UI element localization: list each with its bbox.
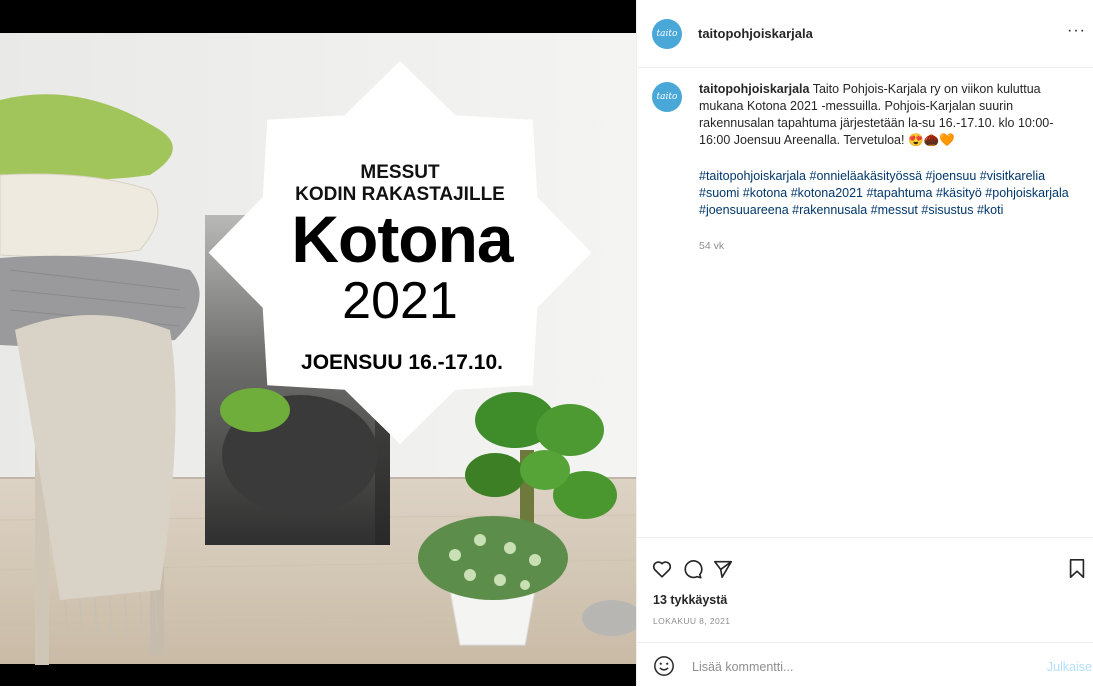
caption-hashtags[interactable]: #taitopohjoiskarjala #onnieläakäsityössä…: [699, 168, 1084, 219]
post-image[interactable]: MESSUT KODIN RAKASTAJILLE Kotona 2021 JO…: [0, 0, 636, 686]
post-date[interactable]: LOKAKUU 8, 2021: [653, 616, 730, 626]
avatar[interactable]: taito: [652, 19, 682, 49]
poster-line1: MESSUT: [360, 162, 440, 183]
caption-age[interactable]: 54 vk: [699, 240, 724, 252]
bookmark-icon[interactable]: [1067, 558, 1087, 580]
post-sidebar: taito taitopohjoiskarjala ··· taito tait…: [636, 0, 1093, 686]
caption-text-block: taitopohjoiskarjala Taito Pohjois-Karjal…: [699, 81, 1084, 149]
comment-icon[interactable]: [681, 558, 703, 580]
poster-year: 2021: [342, 272, 458, 330]
post-header: taito taitopohjoiskarjala ···: [637, 0, 1093, 68]
instagram-post-view: MESSUT KODIN RAKASTAJILLE Kotona 2021 JO…: [0, 0, 1093, 686]
header-username[interactable]: taitopohjoiskarjala: [698, 26, 813, 41]
poster-title: Kotona: [291, 202, 515, 276]
share-icon[interactable]: [712, 558, 734, 580]
emoji-icon[interactable]: [653, 655, 675, 677]
caption-avatar[interactable]: taito: [652, 82, 682, 112]
likes-count[interactable]: 13 tykkäystä: [653, 593, 727, 607]
comment-bar: Lisää kommentti... Julkaise: [637, 642, 1093, 687]
comment-input[interactable]: Lisää kommentti...: [692, 660, 793, 674]
heart-icon[interactable]: [651, 558, 673, 580]
caption-username[interactable]: taitopohjoiskarjala: [699, 82, 809, 96]
post-photo: MESSUT KODIN RAKASTAJILLE Kotona 2021 JO…: [0, 0, 636, 686]
poster-place-dates: JOENSUU 16.-17.10.: [301, 351, 503, 374]
more-icon[interactable]: ···: [1067, 22, 1086, 40]
publish-button[interactable]: Julkaise: [1047, 660, 1092, 674]
